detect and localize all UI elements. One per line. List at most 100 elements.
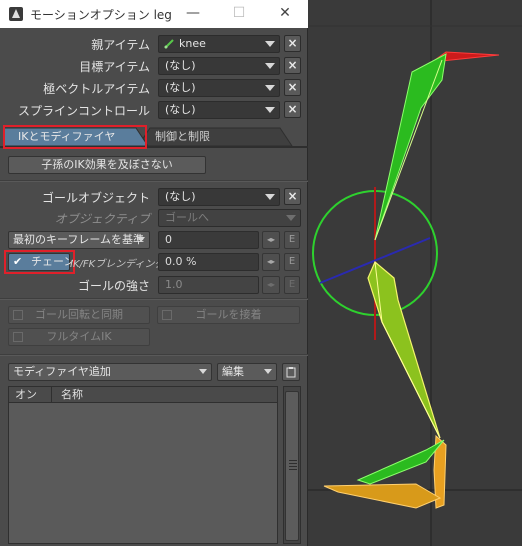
- parent-item-label: 親アイテム: [91, 38, 150, 52]
- chain-label: チェーン: [31, 255, 75, 268]
- spline-control-dropdown[interactable]: (なし): [158, 101, 280, 119]
- goal-object-value: (なし): [165, 190, 196, 203]
- target-item-value: (なし): [165, 59, 196, 72]
- column-on[interactable]: オン: [15, 387, 37, 402]
- checkbox-icon: [13, 332, 23, 342]
- chevron-down-icon: [265, 107, 275, 113]
- add-modifier-label: モディファイヤ追加: [13, 365, 111, 378]
- bone-icon: [164, 39, 174, 49]
- clipboard-icon: [286, 367, 296, 378]
- spline-control-row: スプラインコントロール (なし) ×: [0, 100, 308, 120]
- goal-object-label: ゴールオブジェクト: [41, 191, 150, 205]
- grip-line: [289, 466, 297, 467]
- objective-row: オブジェクティブ ゴールへ: [0, 208, 308, 228]
- toe-bone[interactable]: [323, 483, 442, 509]
- chevron-down-icon: [264, 369, 272, 374]
- goal-object-row: ゴールオブジェクト (なし) ×: [0, 187, 308, 207]
- chain-checkbox[interactable]: ✔ チェーン: [8, 253, 74, 271]
- pole-vector-dropdown[interactable]: (なし): [158, 79, 280, 97]
- first-keyframe-dropdown[interactable]: 最初のキーフレームを基準: [8, 231, 150, 249]
- first-keyframe-spinner[interactable]: ◂▸: [262, 231, 280, 249]
- checkbox-icon: [162, 310, 172, 320]
- target-item-row: 目標アイテム (なし) ×: [0, 56, 308, 76]
- spinner-arrows-icon: ◂▸: [266, 257, 276, 266]
- full-time-ik-label: フルタイムIK: [46, 330, 112, 343]
- ikfk-blend-input[interactable]: 0.0 %: [158, 253, 259, 271]
- clear-spline-control-button[interactable]: ×: [284, 101, 301, 118]
- separator: [0, 180, 308, 182]
- parent-item-value: knee: [179, 37, 206, 50]
- grip-line: [289, 469, 297, 470]
- parent-item-row: 親アイテム knee ×: [0, 34, 308, 54]
- minimize-button[interactable]: —: [170, 0, 216, 28]
- edit-dropdown[interactable]: 編集: [217, 363, 277, 381]
- tab-controls-limits[interactable]: 制御と制限: [145, 127, 275, 147]
- children-no-ik-button[interactable]: 子孫のIK効果を及ぼさない: [8, 156, 206, 174]
- clear-target-button[interactable]: ×: [284, 57, 301, 74]
- tab-ik-modifiers[interactable]: IKとモディファイヤ: [8, 127, 140, 147]
- grip-line: [289, 460, 297, 461]
- title-bar[interactable]: モーションオプション leg — ☐ ✕: [0, 0, 308, 28]
- spinner-arrows-icon: ◂▸: [266, 280, 276, 289]
- chevron-down-icon: [286, 215, 296, 221]
- x-icon: ×: [287, 58, 298, 72]
- chevron-down-icon: [265, 41, 275, 47]
- add-modifier-dropdown[interactable]: モディファイヤ追加: [8, 363, 212, 381]
- column-name[interactable]: 名称: [61, 387, 83, 402]
- objective-dropdown[interactable]: ゴールへ: [158, 209, 301, 227]
- scrollbar-thumb[interactable]: [285, 391, 299, 541]
- column-divider: [51, 387, 52, 402]
- full-time-ik-toggle[interactable]: フルタイムIK: [8, 328, 150, 346]
- chevron-down-icon: [265, 63, 275, 69]
- goal-rotation-sync-label: ゴール回転と同期: [35, 308, 123, 321]
- target-item-dropdown[interactable]: (なし): [158, 57, 280, 75]
- maximize-button[interactable]: ☐: [216, 0, 262, 28]
- first-keyframe-value: 最初のキーフレームを基準: [13, 233, 145, 246]
- ikfk-blend-spinner[interactable]: ◂▸: [262, 253, 280, 271]
- x-icon: ×: [287, 80, 298, 94]
- spline-control-label: スプラインコントロール: [17, 104, 150, 118]
- first-keyframe-input[interactable]: 0: [158, 231, 259, 249]
- clear-pole-vector-button[interactable]: ×: [284, 79, 301, 96]
- modifier-list-scrollbar[interactable]: [283, 386, 301, 544]
- viewport-canvas[interactable]: [308, 0, 522, 546]
- goal-connect-label: ゴールを接着: [195, 308, 262, 321]
- pole-vector-row: 極ベクトルアイテム (なし) ×: [0, 78, 308, 98]
- goal-rotation-sync-toggle[interactable]: ゴール回転と同期: [8, 306, 150, 324]
- objective-label: オブジェクティブ: [54, 212, 150, 226]
- parent-item-dropdown[interactable]: knee: [158, 35, 280, 53]
- close-button[interactable]: ✕: [262, 0, 308, 28]
- first-keyframe-envelope-button[interactable]: E: [284, 231, 300, 249]
- modifier-list-header: オン 名称: [9, 387, 277, 403]
- separator: [0, 354, 308, 356]
- goal-object-dropdown[interactable]: (なし): [158, 188, 280, 206]
- target-item-label: 目標アイテム: [79, 60, 150, 74]
- clear-goal-button[interactable]: ×: [284, 188, 301, 205]
- goal-strength-spinner[interactable]: ◂▸: [262, 276, 280, 294]
- goal-strength-envelope-button[interactable]: E: [284, 276, 300, 294]
- chevron-down-icon: [265, 194, 275, 200]
- spinner-arrows-icon: ◂▸: [266, 235, 276, 244]
- chevron-down-icon: [265, 85, 275, 91]
- goal-strength-label: ゴールの強さ: [77, 279, 150, 293]
- modifier-list[interactable]: オン 名称: [8, 386, 278, 544]
- goal-connect-toggle[interactable]: ゴールを接着: [157, 306, 300, 324]
- x-icon: ×: [287, 102, 298, 116]
- motion-options-panel: モーションオプション leg — ☐ ✕ 親アイテム knee × 目標アイテム…: [0, 0, 308, 546]
- shin-bone-selected[interactable]: [367, 261, 441, 439]
- x-icon: ×: [287, 36, 298, 50]
- viewport-3d[interactable]: [308, 0, 522, 546]
- window-title: モーションオプション leg: [30, 8, 172, 22]
- x-icon: ×: [287, 189, 298, 203]
- clipboard-button[interactable]: [282, 363, 300, 381]
- grip-line: [289, 463, 297, 464]
- lightwave-icon: [9, 7, 23, 21]
- goal-strength-input[interactable]: 1.0: [158, 276, 259, 294]
- checkmark-icon: ✔: [13, 255, 23, 268]
- separator: [0, 298, 308, 300]
- clear-parent-button[interactable]: ×: [284, 35, 301, 52]
- spline-control-value: (なし): [165, 103, 196, 116]
- ikfk-blend-label: IK/FKブレンディング: [70, 259, 165, 270]
- ikfk-blend-envelope-button[interactable]: E: [284, 253, 300, 271]
- pole-vector-label: 極ベクトルアイテム: [43, 82, 150, 96]
